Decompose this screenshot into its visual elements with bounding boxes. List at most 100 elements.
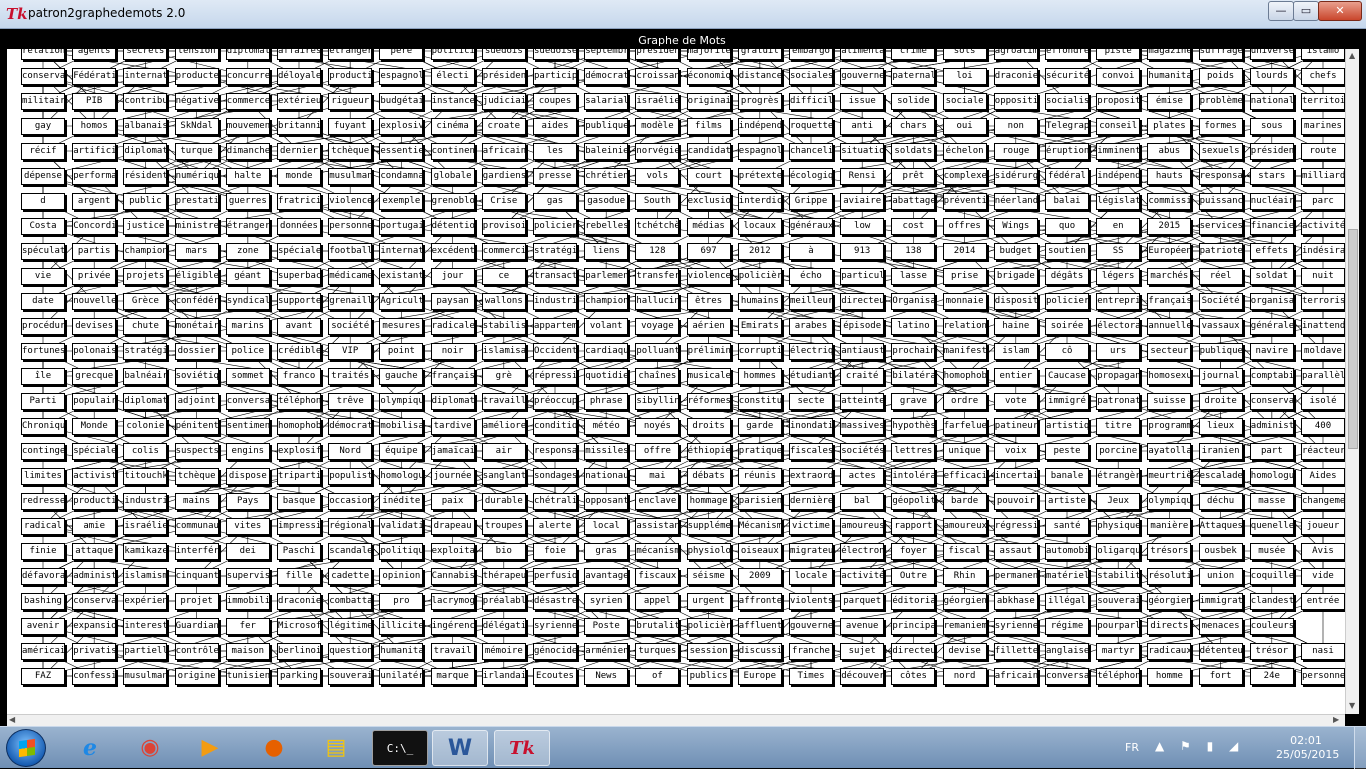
graph-word-node[interactable]: spéciale — [277, 243, 321, 260]
graph-word-node[interactable]: humanitaire — [1147, 68, 1192, 85]
graph-word-node[interactable]: Mécanisme — [737, 518, 782, 535]
graph-word-node[interactable]: basque — [277, 493, 321, 510]
graph-word-node[interactable]: turques — [635, 643, 680, 660]
graph-word-node[interactable]: chaînes — [635, 368, 680, 385]
graph-word-node[interactable]: non — [993, 118, 1038, 135]
graph-word-node[interactable]: progrès — [737, 93, 782, 110]
graph-word-node[interactable]: aides — [533, 118, 577, 135]
graph-word-node[interactable]: olympique — [379, 393, 424, 410]
graph-word-node[interactable]: croissance — [635, 68, 680, 85]
graph-word-node[interactable]: tunisienne — [225, 668, 270, 685]
vertical-scrollbar[interactable]: ▲ ▼ — [1345, 49, 1359, 714]
graph-word-node[interactable]: mécanisme — [635, 543, 680, 560]
graph-word-node[interactable]: fiscales — [789, 443, 833, 460]
graph-word-node[interactable]: couleurs — [1249, 618, 1294, 635]
graph-word-node[interactable]: voix — [993, 443, 1038, 460]
graph-word-node[interactable]: transaction — [533, 268, 577, 285]
graph-word-node[interactable]: Cannabis — [430, 568, 475, 585]
graph-word-node[interactable]: pénitentiaire — [174, 418, 219, 435]
graph-word-node[interactable]: franco — [277, 368, 321, 385]
graph-word-node[interactable]: tripartite — [277, 468, 321, 485]
graph-word-node[interactable]: échelon — [942, 143, 987, 160]
graph-word-node[interactable]: mémoire — [481, 643, 526, 660]
graph-word-node[interactable]: 2012 — [737, 243, 782, 260]
graph-word-node[interactable]: fédéral — [1045, 168, 1089, 185]
graph-word-node[interactable]: universel — [1249, 49, 1294, 60]
graph-word-node[interactable]: liens — [584, 243, 629, 260]
graph-word-node[interactable]: commercial — [481, 243, 526, 260]
graph-word-node[interactable]: confession — [72, 668, 117, 685]
graph-word-node[interactable]: expérience — [123, 593, 168, 610]
graph-word-node[interactable]: régime — [1045, 618, 1089, 635]
graph-word-node[interactable]: incertaine — [993, 468, 1038, 485]
graph-word-node[interactable]: date — [21, 293, 65, 310]
graph-word-node[interactable]: immigré — [1045, 393, 1089, 410]
graph-word-node[interactable]: antiaustérité — [840, 343, 885, 360]
graph-word-node[interactable]: administrative — [72, 568, 117, 585]
tk-taskbar-icon[interactable]: Tk — [494, 730, 550, 766]
graph-word-node[interactable]: constitutionnelles — [737, 393, 782, 410]
graph-word-node[interactable]: gauche — [379, 368, 424, 385]
graph-word-node[interactable]: généraux — [789, 218, 833, 235]
graph-word-node[interactable]: chancelière — [789, 143, 833, 160]
graph-word-node[interactable]: islamo — [1301, 49, 1345, 60]
graph-word-node[interactable]: Outre — [891, 568, 936, 585]
graph-word-node[interactable]: responsables — [533, 443, 577, 460]
graph-word-node[interactable]: émise — [1147, 93, 1192, 110]
graph-word-node[interactable]: proposition — [1096, 93, 1141, 110]
graph-word-node[interactable]: immigration — [1198, 593, 1243, 610]
graph-word-node[interactable]: étrangère — [1096, 468, 1141, 485]
graph-word-node[interactable]: terroristes — [1301, 293, 1345, 310]
graph-word-node[interactable]: Wings — [993, 218, 1038, 235]
graph-word-node[interactable]: conditions — [533, 418, 577, 435]
graph-word-node[interactable]: indépendantiste — [1096, 168, 1141, 185]
graph-word-node[interactable]: réel — [1198, 268, 1243, 285]
graph-word-node[interactable]: radicales — [430, 318, 475, 335]
graph-word-node[interactable]: syrienne — [993, 618, 1038, 635]
word-icon[interactable]: W — [432, 730, 488, 766]
graph-word-node[interactable]: dégâts — [1045, 268, 1089, 285]
graph-word-node[interactable]: hallucinogènes — [635, 293, 680, 310]
graph-word-node[interactable]: américains — [21, 643, 65, 660]
graph-word-node[interactable]: titouchkis — [123, 468, 168, 485]
graph-word-node[interactable]: en — [1096, 218, 1141, 235]
graph-word-node[interactable]: trésors — [1147, 543, 1192, 560]
graph-word-node[interactable]: marchés — [1147, 268, 1192, 285]
graph-word-node[interactable]: farfelue — [942, 418, 987, 435]
graph-word-node[interactable]: chétralisation — [533, 493, 577, 510]
graph-word-node[interactable]: activité — [840, 568, 885, 585]
graph-word-node[interactable]: migrateurs — [789, 543, 833, 560]
graph-word-node[interactable]: brigade — [993, 268, 1038, 285]
graph-word-node[interactable]: grè — [481, 368, 526, 385]
system-tray-icons[interactable]: ▲ ⚑ ▮ ◢ — [1155, 739, 1244, 753]
graph-word-node[interactable]: Monde — [72, 418, 117, 435]
graph-word-node[interactable]: marque — [430, 668, 475, 685]
graph-word-node[interactable]: administratifs — [1249, 418, 1294, 435]
graph-word-node[interactable]: soldat — [1249, 268, 1294, 285]
graph-word-node[interactable]: parquet — [840, 593, 885, 610]
graph-word-node[interactable]: efficacité — [942, 468, 987, 485]
graph-word-node[interactable]: les — [533, 143, 577, 160]
graph-word-node[interactable]: zone — [225, 243, 270, 260]
graph-word-node[interactable]: Rensi — [840, 168, 885, 185]
graph-word-node[interactable]: résident — [123, 168, 168, 185]
graph-word-node[interactable]: Jeux — [1096, 493, 1141, 510]
graph-word-node[interactable]: régression — [993, 518, 1038, 535]
graph-word-node[interactable]: éditorial — [891, 593, 936, 610]
graph-word-node[interactable]: suédois — [481, 49, 526, 60]
graph-word-node[interactable]: personnes — [1301, 668, 1345, 685]
graph-word-node[interactable]: polluantes — [635, 343, 680, 360]
graph-word-node[interactable]: stabilité — [1096, 568, 1141, 585]
graph-word-node[interactable]: manifestations — [942, 343, 987, 360]
graph-word-node[interactable]: latino — [891, 318, 936, 335]
graph-word-node[interactable]: convoi — [1096, 68, 1141, 85]
graph-word-node[interactable]: unilatérale — [379, 668, 424, 685]
graph-word-node[interactable]: d — [21, 193, 65, 210]
graph-word-node[interactable]: grenoblois — [430, 193, 475, 210]
graph-word-node[interactable]: cô — [1045, 343, 1089, 360]
graph-word-node[interactable]: drapeau — [430, 518, 475, 535]
graph-word-node[interactable]: tardive — [430, 418, 475, 435]
graph-word-node[interactable]: Avis — [1301, 543, 1345, 560]
graph-word-node[interactable]: Aides — [1301, 468, 1345, 485]
graph-word-node[interactable]: entrée — [1301, 593, 1345, 610]
